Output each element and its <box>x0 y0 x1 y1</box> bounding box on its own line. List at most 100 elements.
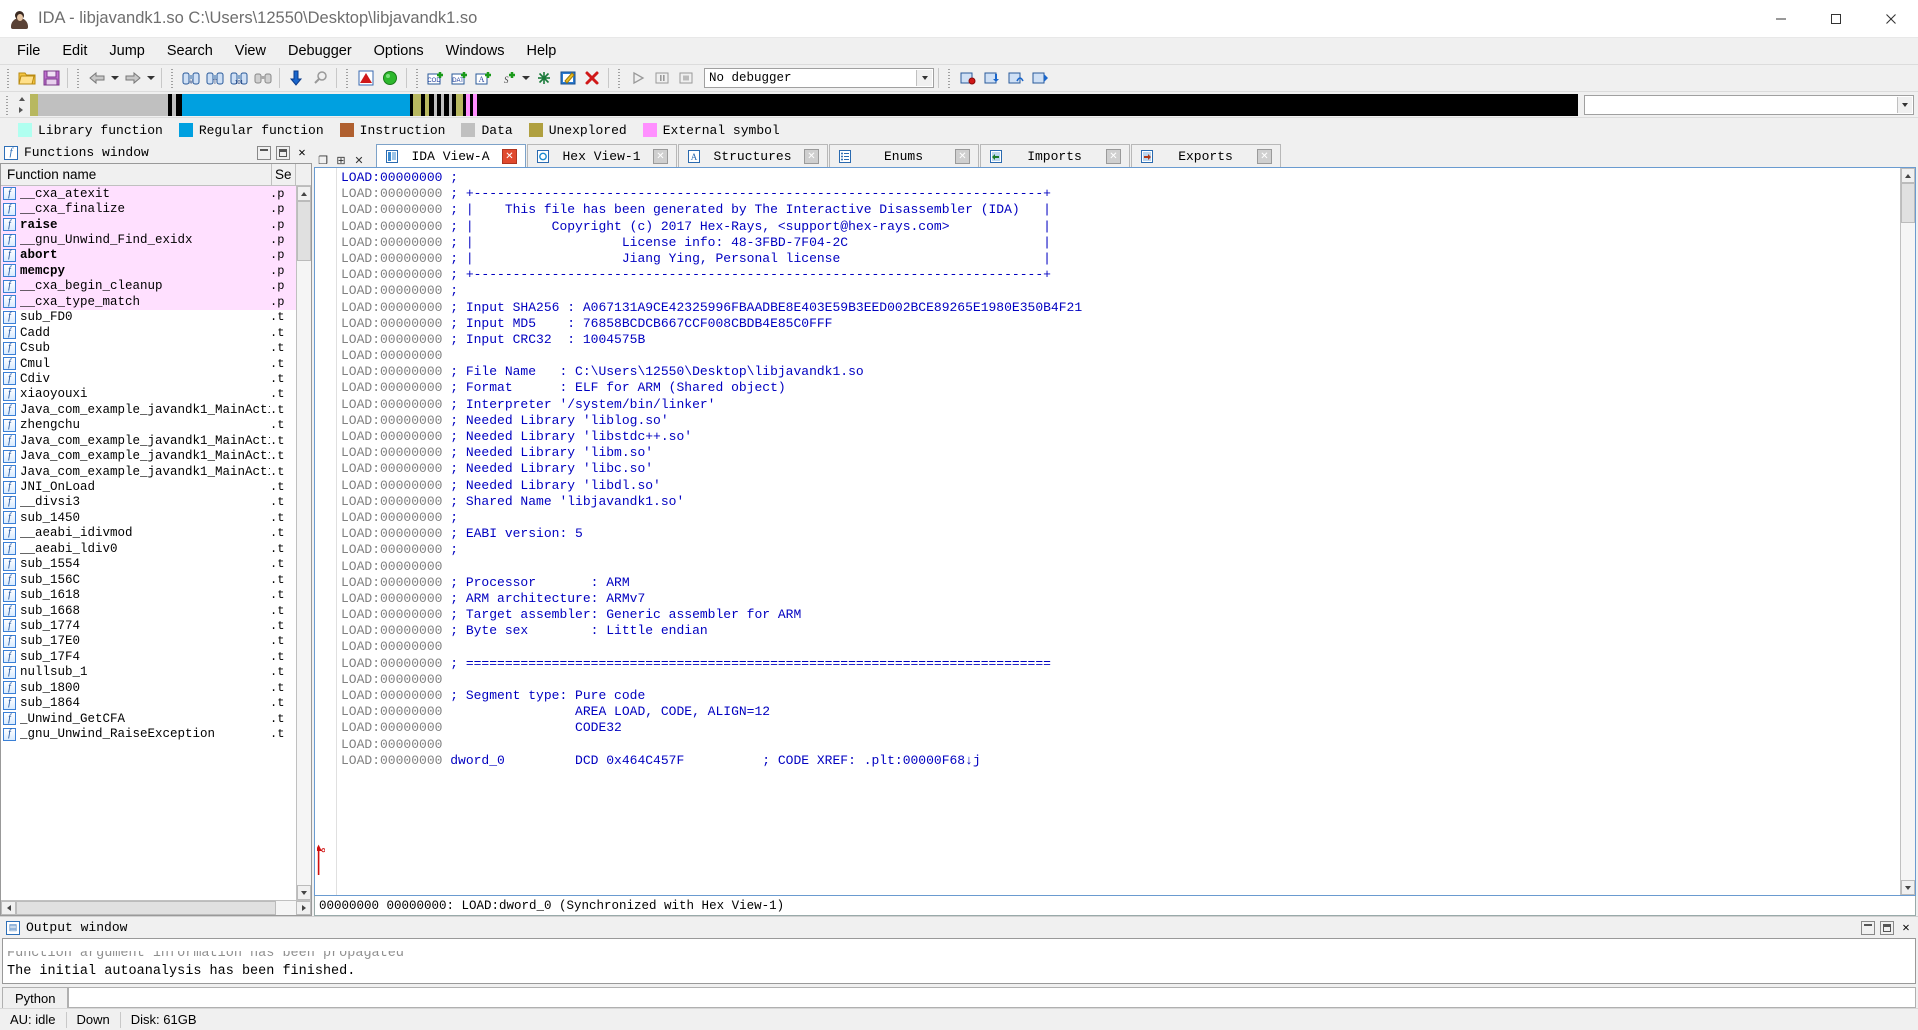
data-plus-icon[interactable]: DAT <box>448 66 472 90</box>
pencil-edit-icon[interactable] <box>556 66 580 90</box>
navigation-band[interactable] <box>30 93 1578 116</box>
disassembly-line[interactable]: LOAD:00000000 ; Input SHA256 : A067131A9… <box>341 300 1900 316</box>
disassembly-line[interactable]: LOAD:00000000 ; | License info: 48-3FBD-… <box>341 235 1900 251</box>
table-row[interactable]: f sub_156C .t <box>1 572 296 587</box>
disassembly-line[interactable]: LOAD:00000000 <box>341 559 1900 575</box>
disassembly-line[interactable]: LOAD:00000000 <box>341 672 1900 688</box>
red-triangle-icon[interactable] <box>354 66 378 90</box>
table-row[interactable]: f memcpy .p <box>1 263 296 279</box>
scroll-thumb-h[interactable] <box>16 901 276 915</box>
output-maximize-button[interactable] <box>1861 920 1875 935</box>
maximize-button[interactable] <box>1808 0 1863 38</box>
play-triangle-icon[interactable] <box>626 66 650 90</box>
table-row[interactable]: f sub_17F4 .t <box>1 649 296 664</box>
step-over-icon[interactable] <box>1004 66 1028 90</box>
table-row[interactable]: f sub_1554 .t <box>1 557 296 572</box>
tab-imports[interactable]: Imports ✕ <box>980 144 1130 167</box>
blue-down-arrow-icon[interactable] <box>284 66 308 90</box>
tab-dock-button[interactable]: ⊞ <box>334 153 348 167</box>
table-row[interactable]: f __cxa_begin_cleanup .p <box>1 278 296 295</box>
navband-scroll-arrows[interactable] <box>16 94 28 116</box>
table-row[interactable]: f sub_1774 .t <box>1 618 296 633</box>
binoculars-hash-icon[interactable]: # <box>179 66 203 90</box>
functions-list[interactable]: f __cxa_atexit .p f __cxa_finalize .p f raise .p… <box>1 186 296 900</box>
struct-plus-icon[interactable]: S <box>496 66 520 90</box>
close-icon[interactable]: ✕ <box>1257 148 1272 164</box>
table-row[interactable]: f zhengchu .t <box>1 418 296 433</box>
table-row[interactable]: f __aeabi_idivmod .t <box>1 526 296 541</box>
table-row[interactable]: f nullsub_1 .t <box>1 665 296 680</box>
scroll-right-arrow-icon[interactable] <box>296 901 311 915</box>
arrow-left-icon[interactable] <box>85 66 109 90</box>
menu-debugger[interactable]: Debugger <box>277 39 363 63</box>
disassembly-line[interactable]: LOAD:00000000 ; Input CRC32 : 1004575B <box>341 332 1900 348</box>
make-dropdown-icon[interactable] <box>520 66 532 90</box>
table-row[interactable]: f __cxa_atexit .p <box>1 186 296 202</box>
close-button[interactable] <box>1863 0 1918 38</box>
forward-history-dropdown-icon[interactable] <box>145 66 157 90</box>
magnifier-gray-icon[interactable] <box>308 66 332 90</box>
output-close-button[interactable]: ✕ <box>1899 920 1913 935</box>
arrow-right-icon[interactable] <box>121 66 145 90</box>
disassembly-line[interactable]: LOAD:00000000 ; Input MD5 : 76858BCDCB66… <box>341 316 1900 332</box>
python-tab[interactable]: Python <box>2 987 69 1008</box>
tab-structures[interactable]: A Structures ✕ <box>678 144 828 167</box>
back-history-dropdown-icon[interactable] <box>109 66 121 90</box>
navband-grip[interactable] <box>4 93 11 116</box>
table-row[interactable]: f Java_com_example_javandk1_MainActiv… .t <box>1 448 296 463</box>
table-row[interactable]: f Cadd .t <box>1 325 296 340</box>
table-row[interactable]: f Java_com_example_javandk1_MainActiv… .t <box>1 402 296 417</box>
disassembly-line[interactable]: LOAD:00000000 dword_0 DCD 0x464C457F ; C… <box>341 753 1900 769</box>
scroll-track[interactable] <box>297 201 311 885</box>
close-icon[interactable]: ✕ <box>804 148 819 164</box>
table-row[interactable]: f Cmul .t <box>1 356 296 371</box>
breakpoint-icon[interactable] <box>956 66 980 90</box>
disassembly-line[interactable]: LOAD:00000000 ; Needed Library 'libm.so' <box>341 445 1900 461</box>
toolbar-grip[interactable] <box>5 67 12 89</box>
disassembly-line[interactable]: LOAD:00000000 ; EABI version: 5 <box>341 526 1900 542</box>
menu-search[interactable]: Search <box>156 39 224 63</box>
red-x-icon[interactable] <box>580 66 604 90</box>
output-dock-button[interactable] <box>1880 920 1894 935</box>
table-row[interactable]: f JNI_OnLoad .t <box>1 479 296 494</box>
disassembly-line[interactable]: LOAD:00000000 ; <box>341 542 1900 558</box>
binoculars-text-icon[interactable]: T <box>203 66 227 90</box>
disassembly-text[interactable]: LOAD:00000000 ; LOAD:00000000 ; +--------… <box>337 168 1900 895</box>
run-cursor-icon[interactable] <box>1028 66 1052 90</box>
tab-close-button[interactable]: ✕ <box>352 153 366 167</box>
scroll-down-arrow-icon[interactable] <box>1901 880 1915 895</box>
toolbar-grip-make[interactable] <box>414 67 421 89</box>
disassembly-line[interactable]: LOAD:00000000 ; <box>341 170 1900 186</box>
step-into-icon[interactable] <box>980 66 1004 90</box>
scroll-up-arrow-icon[interactable] <box>297 186 311 201</box>
disassembly-line[interactable]: LOAD:00000000 CODE32 <box>341 720 1900 736</box>
menu-help[interactable]: Help <box>515 39 567 63</box>
menu-options[interactable]: Options <box>363 39 435 63</box>
binoculars-bytes-icon[interactable]: 101 <box>227 66 251 90</box>
code-plus-icon[interactable]: COD <box>424 66 448 90</box>
table-row[interactable]: f _Unwind_GetCFA .t <box>1 711 296 726</box>
minimize-button[interactable] <box>1753 0 1808 38</box>
scroll-track[interactable] <box>1901 183 1915 880</box>
disassembly-line[interactable]: LOAD:00000000 <box>341 348 1900 364</box>
toolbar-grip-step[interactable] <box>946 67 953 89</box>
disassembly-line[interactable]: LOAD:00000000 ; Target assembler: Generi… <box>341 607 1900 623</box>
disassembly-line[interactable]: LOAD:00000000 ; File Name : C:\Users\125… <box>341 364 1900 380</box>
table-row[interactable]: f Java_com_example_javandk1_MainActiv… .t <box>1 464 296 479</box>
floppy-save-icon[interactable] <box>39 66 63 90</box>
toolbar-grip-search[interactable] <box>169 67 176 89</box>
table-row[interactable]: f sub_1618 .t <box>1 587 296 602</box>
disassembly-line[interactable]: LOAD:00000000 ; ========================… <box>341 656 1900 672</box>
scroll-track-h[interactable] <box>16 901 296 915</box>
close-icon[interactable]: ✕ <box>502 148 517 164</box>
scroll-thumb[interactable] <box>1901 183 1915 223</box>
disassembly-line[interactable]: LOAD:00000000 ; Shared Name 'libjavandk1… <box>341 494 1900 510</box>
table-row[interactable]: f sub_17E0 .t <box>1 634 296 649</box>
table-row[interactable]: f sub_1800 .t <box>1 680 296 695</box>
disassembly-line[interactable]: LOAD:00000000 ; Needed Library 'libdl.so… <box>341 478 1900 494</box>
panel-maximize-button[interactable] <box>257 145 271 160</box>
table-row[interactable]: f xiaoyouxi .t <box>1 387 296 402</box>
green-ball-icon[interactable] <box>378 66 402 90</box>
table-row[interactable]: f __cxa_finalize .p <box>1 201 296 217</box>
tab-maximize-button[interactable]: ❐ <box>316 153 330 167</box>
